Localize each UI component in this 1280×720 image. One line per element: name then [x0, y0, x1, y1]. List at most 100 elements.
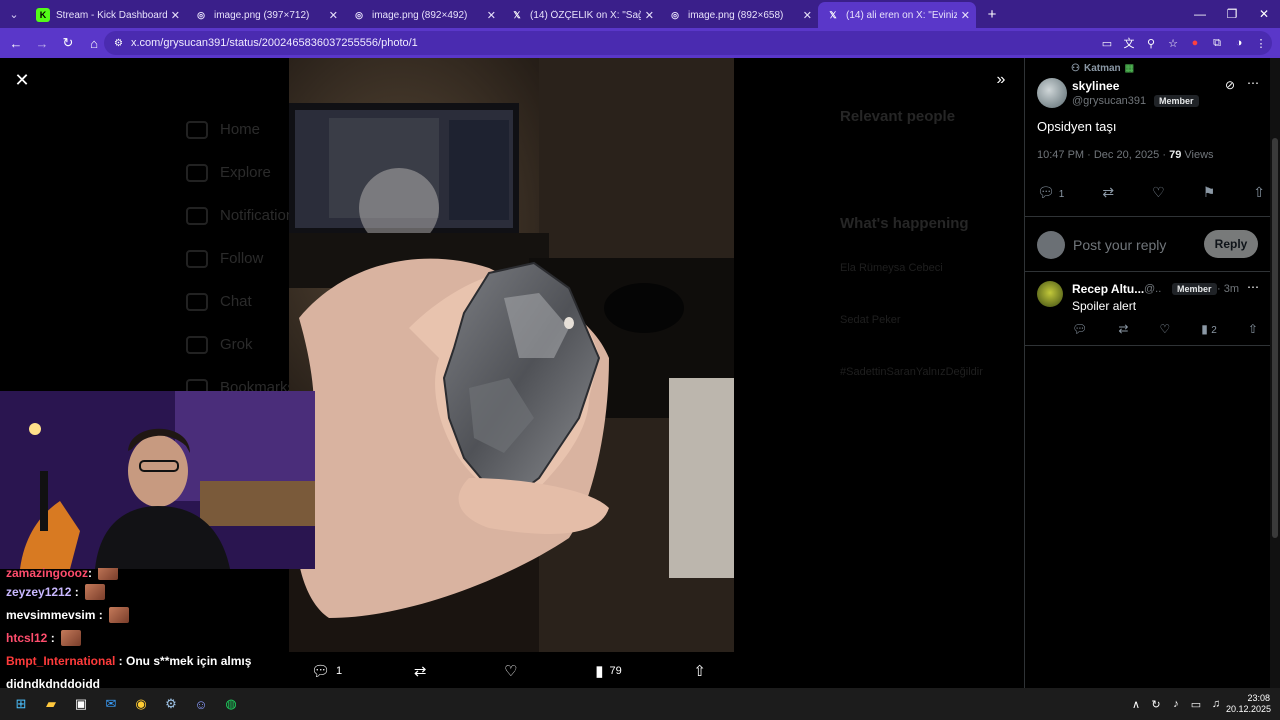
bg-nav-label: Follow: [220, 250, 264, 267]
bg-trend: #SadettinSaranYalnızDeğildir: [840, 366, 983, 378]
repost-icon: ⇄: [1102, 184, 1115, 200]
reply-submit-button[interactable]: Reply: [1204, 230, 1258, 258]
reply-views-count: 2: [1211, 325, 1217, 336]
tab-search-icon[interactable]: ⌄: [0, 0, 28, 28]
bookmark-button[interactable]: ⚑: [1203, 184, 1216, 201]
x-logo-icon: 𝕏: [513, 9, 521, 20]
more-options-icon[interactable]: ⋯: [1247, 280, 1259, 294]
heart-icon: ♡: [504, 663, 518, 680]
extensions-puzzle-icon[interactable]: ⧉: [1206, 37, 1228, 50]
translate-icon[interactable]: 文: [1118, 35, 1140, 51]
reply-button[interactable]: 💬︎ 1: [1037, 184, 1064, 201]
close-tab-icon[interactable]: ✕: [961, 9, 970, 22]
avatar[interactable]: [1037, 281, 1063, 307]
chat-username: Bmpt_International: [6, 653, 116, 668]
forward-arrow-icon[interactable]: →: [30, 31, 54, 55]
restore-icon[interactable]: ❐: [1216, 0, 1248, 28]
photo-repost-button[interactable]: ⇄: [414, 662, 433, 680]
panel-scrollbar[interactable]: [1270, 58, 1280, 688]
tab-kick-dashboard[interactable]: K Stream - Kick Dashboard ✕: [28, 2, 186, 28]
file-explorer-icon[interactable]: ▰: [36, 689, 66, 719]
tab-title: Stream - Kick Dashboard: [56, 9, 167, 21]
photo-like-button[interactable]: ♡: [504, 662, 523, 680]
close-media-icon[interactable]: ✕: [12, 70, 32, 90]
photo-views-button[interactable]: ▮ 79: [595, 662, 622, 680]
address-bar[interactable]: ⚙ x.com/grysucan391/status/2002465836037…: [104, 31, 1272, 55]
spotify-icon[interactable]: ◍: [216, 689, 246, 719]
reply-author-name[interactable]: Recep Altu...: [1072, 282, 1144, 296]
community-label[interactable]: ⚇ Katman ▦: [1071, 63, 1134, 74]
tray-chevron-icon[interactable]: ∧: [1126, 698, 1146, 711]
windows-start-icon[interactable]: ⊞: [6, 689, 36, 719]
globe-icon: ◎: [355, 9, 363, 20]
cast-icon[interactable]: ▭: [1096, 37, 1118, 50]
repost-button[interactable]: ⇄: [1102, 184, 1114, 201]
display-icon[interactable]: ▭: [1186, 698, 1206, 711]
scrollbar-thumb[interactable]: [1272, 138, 1278, 538]
tab-ali-eren[interactable]: 𝕏 (14) ali eren on X: "Evinizdeki e ✕: [818, 2, 976, 28]
views-button[interactable]: ▮ 2: [1201, 322, 1217, 336]
reply-text: Spoiler alert: [1072, 299, 1137, 313]
tab-image-397[interactable]: ◎ image.png (397×712) ✕: [186, 2, 344, 28]
bookmark-icon: ⚑: [1202, 184, 1216, 200]
bookmark-star-icon[interactable]: ☆: [1162, 37, 1184, 50]
share-button[interactable]: ⇧: [1253, 184, 1265, 201]
photo-share-button[interactable]: ⇧: [693, 662, 712, 680]
minimize-icon[interactable]: —: [1184, 0, 1216, 28]
zoom-icon[interactable]: ⚲: [1140, 37, 1162, 50]
collapse-panel-icon[interactable]: »: [990, 70, 1012, 90]
grok-icon[interactable]: ⊘: [1225, 78, 1235, 92]
reply-timestamp[interactable]: · 3m: [1217, 283, 1239, 295]
microphone-icon[interactable]: ♪: [1166, 698, 1186, 710]
extension-red-icon[interactable]: ●: [1184, 37, 1206, 49]
globe-icon: ◎: [671, 9, 679, 20]
close-tab-icon[interactable]: ✕: [487, 9, 496, 22]
tweet-timestamp[interactable]: 10:47 PM · Dec 20, 2025 ·: [1037, 149, 1169, 161]
volume-icon[interactable]: ♫: [1206, 698, 1226, 710]
outlook-icon[interactable]: ✉: [96, 689, 126, 719]
bg-relevant-people-heading: Relevant people: [840, 108, 956, 125]
page-content: Home Explore Notifications Follow Chat G…: [0, 58, 1280, 688]
mail-icon: [186, 292, 208, 311]
tab-image-892-492[interactable]: ◎ image.png (892×492) ✕: [344, 2, 502, 28]
photo-reply-button[interactable]: 💬︎ 1: [311, 662, 342, 680]
home-icon[interactable]: ⌂: [82, 31, 106, 55]
chrome-icon[interactable]: ◉: [126, 689, 156, 719]
steam-icon[interactable]: ⚙: [156, 689, 186, 719]
profile-icon[interactable]: ◑: [1228, 37, 1250, 49]
chat-message: djdndkdnddojdd: [0, 672, 290, 689]
reload-icon[interactable]: ↻: [56, 31, 80, 55]
avatar[interactable]: [1037, 78, 1067, 108]
store-icon[interactable]: ▣: [66, 689, 96, 719]
reply-icon[interactable]: 💬︎: [1072, 322, 1087, 336]
close-tab-icon[interactable]: ✕: [803, 9, 812, 22]
tab-title: (14) ali eren on X: "Evinizdeki e: [846, 9, 957, 21]
reply-author-handle[interactable]: @..: [1144, 283, 1161, 295]
back-arrow-icon[interactable]: ←: [4, 31, 28, 55]
tab-ozcelik[interactable]: 𝕏 (14) ÖZÇELİK on X: "Sağol abi g ✕: [502, 2, 660, 28]
share-icon[interactable]: ⇧: [1248, 322, 1258, 336]
reply-tweet[interactable]: Recep Altu... @.. Member · 3m ⋯ Spoiler …: [1025, 272, 1271, 346]
close-tab-icon[interactable]: ✕: [645, 9, 654, 22]
taskbar-clock[interactable]: 23:08 20.12.2025: [1226, 693, 1280, 715]
tweet-photo[interactable]: [289, 58, 734, 652]
site-info-icon[interactable]: ⚙: [114, 38, 123, 49]
discord-icon[interactable]: ☺: [186, 689, 216, 719]
reply-input[interactable]: Post your reply: [1073, 237, 1166, 253]
author-handle[interactable]: @grysucan391: [1072, 95, 1146, 107]
repost-icon[interactable]: ⇄: [1118, 322, 1128, 336]
close-tab-icon[interactable]: ✕: [171, 9, 180, 22]
more-options-icon[interactable]: ⋯: [1247, 76, 1259, 90]
sync-icon[interactable]: ↻: [1146, 698, 1166, 711]
close-window-icon[interactable]: ✕: [1248, 0, 1280, 28]
like-button[interactable]: ♡: [1152, 184, 1165, 201]
kick-icon: K: [36, 8, 50, 22]
close-tab-icon[interactable]: ✕: [329, 9, 338, 22]
tab-image-892-658[interactable]: ◎ image.png (892×658) ✕: [660, 2, 818, 28]
heart-icon[interactable]: ♡: [1159, 322, 1170, 336]
browser-menu-icon[interactable]: ⋮: [1250, 37, 1272, 50]
author-display-name[interactable]: skylinee: [1072, 79, 1119, 93]
repost-icon: ⇄: [413, 663, 427, 680]
new-tab-button[interactable]: +: [980, 6, 1004, 23]
community-icon: ⚇: [1071, 63, 1080, 74]
